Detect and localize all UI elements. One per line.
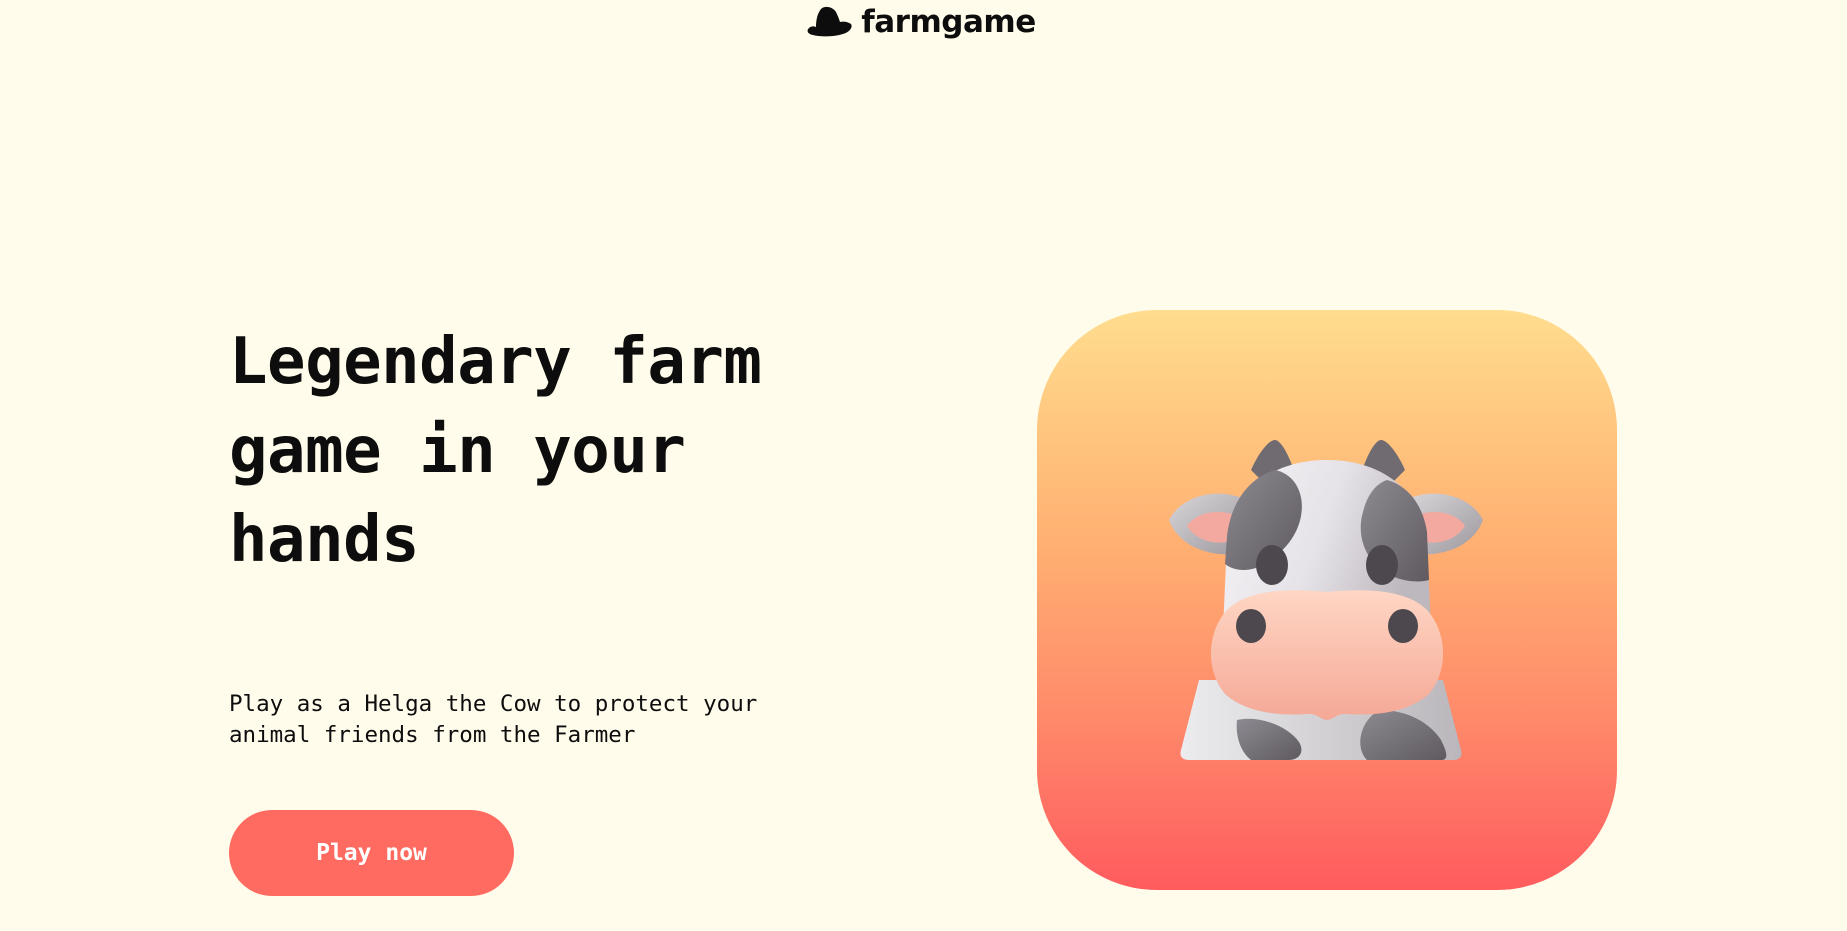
hero-text-block: Legendary farm game in your hands [229,318,789,585]
brand-logo-link[interactable]: farmgame [807,3,1036,40]
hero-title: Legendary farm game in your hands [229,325,762,577]
hero-subtitle: Play as a Helga the Cow to protect your … [229,691,758,748]
brand-name: farmgame [861,3,1036,40]
cowboy-hat-icon [807,6,853,38]
cow-face-icon [1169,440,1483,760]
hero-app-icon [1037,310,1617,890]
play-now-button[interactable]: Play now [229,810,514,896]
site-header: farmgame [0,0,1847,44]
